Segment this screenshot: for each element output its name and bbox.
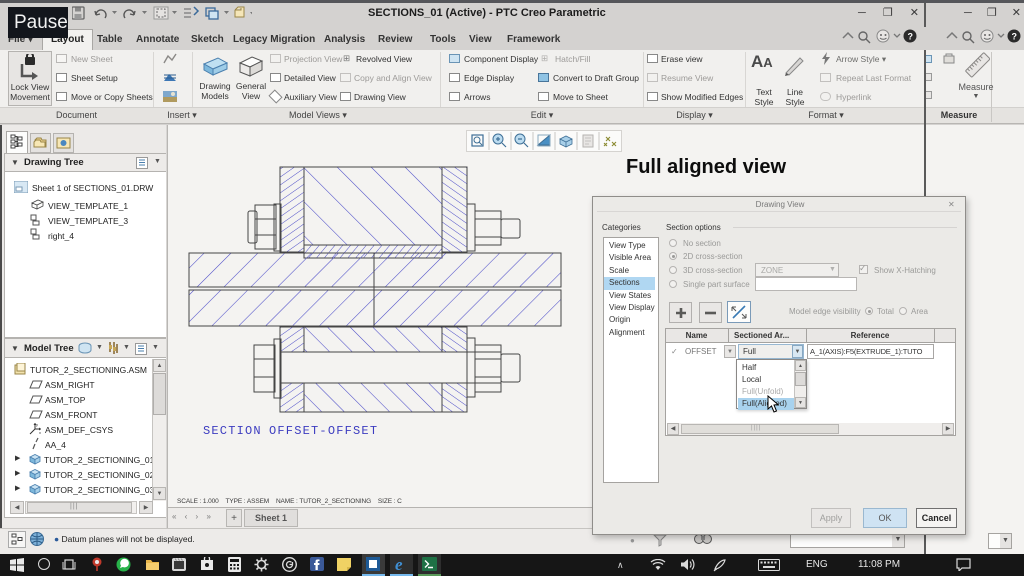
svg-text:y: y [36,422,38,427]
svg-text:x: x [39,430,41,435]
svg-text:?: ? [1012,32,1018,42]
svg-text:?: ? [908,32,914,42]
svg-text:SECTION OFFSET-OFFSET: SECTION OFFSET-OFFSET [203,424,378,438]
